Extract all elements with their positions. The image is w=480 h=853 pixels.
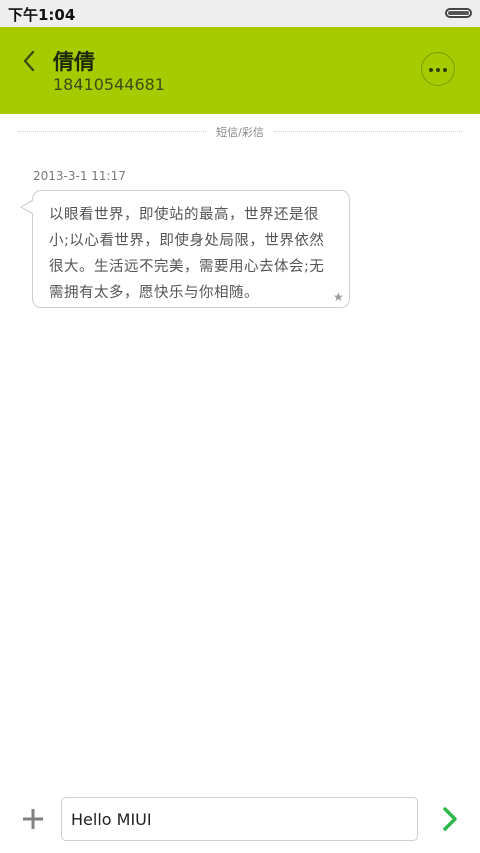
- more-options-button[interactable]: [421, 52, 455, 86]
- divider-line-right: [274, 131, 462, 132]
- send-button[interactable]: [436, 805, 464, 833]
- chevron-left-icon[interactable]: [16, 47, 44, 75]
- bubble-tail-inner: [22, 201, 33, 213]
- contact-number: 18410544681: [53, 75, 165, 94]
- message-input[interactable]: [61, 797, 418, 841]
- add-attachment-button[interactable]: [19, 805, 47, 833]
- more-dot: [436, 68, 440, 72]
- message-text: 以眼看世界，即使站的最高，世界还是很小;以心看世界，即使身处局限，世界依然很大。…: [49, 207, 325, 301]
- status-time: 下午1:04: [8, 6, 76, 24]
- channel-label: 短信/彩信: [216, 126, 264, 139]
- status-bar: 下午1:04: [0, 0, 480, 27]
- plus-icon: [23, 809, 43, 829]
- conversation-header: 倩倩 18410544681: [0, 27, 480, 114]
- battery-icon: [445, 8, 472, 18]
- more-dot: [429, 68, 433, 72]
- channel-divider: 短信/彩信: [18, 124, 462, 140]
- send-chevron-icon: [443, 807, 457, 831]
- contact-name: 倩倩: [53, 50, 95, 74]
- more-dot: [443, 68, 447, 72]
- star-icon[interactable]: ★: [333, 290, 344, 304]
- message-timestamp: 2013-3-1 11:17: [33, 169, 126, 183]
